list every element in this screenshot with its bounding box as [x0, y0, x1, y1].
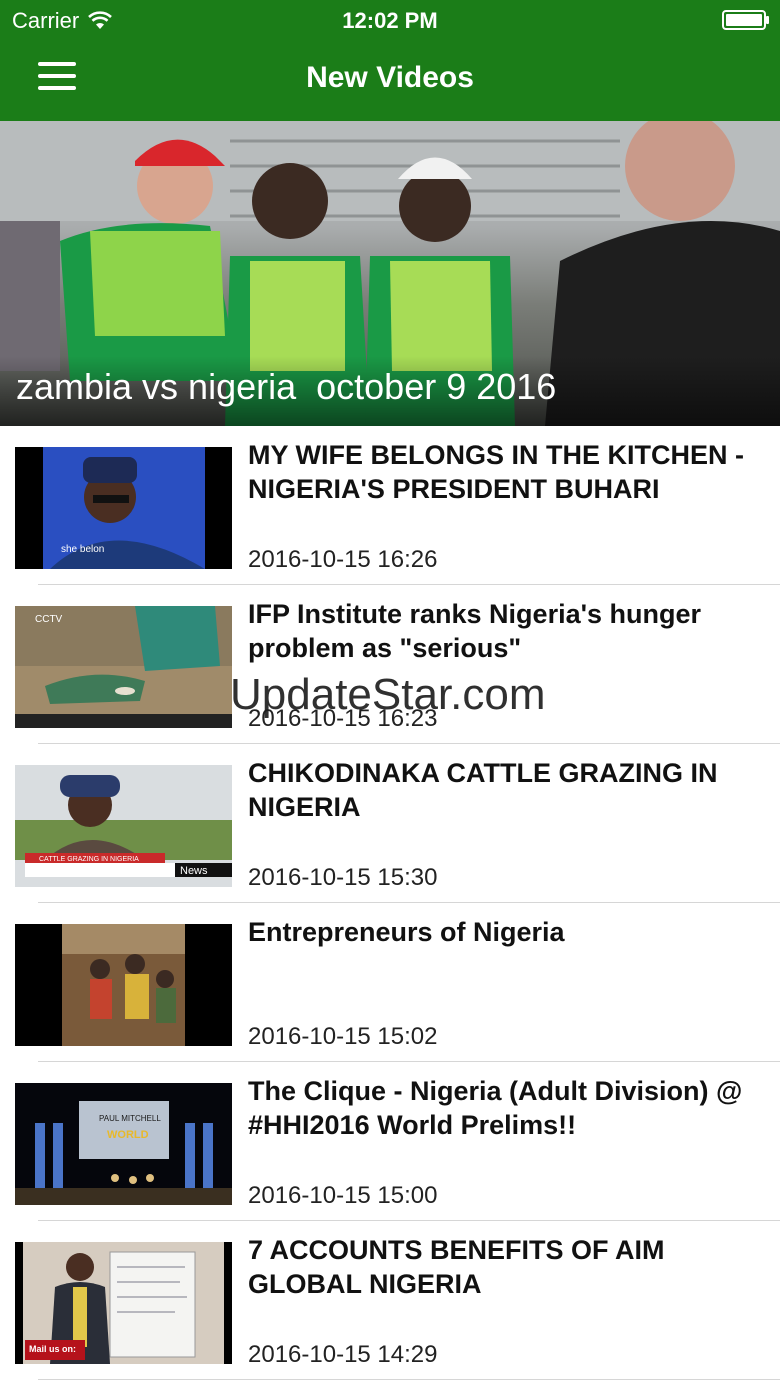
video-date: 2016-10-15 15:02	[248, 1023, 438, 1050]
video-list-item[interactable]: she belon MY WIFE BELONGS IN THE KITCHEN…	[0, 426, 780, 585]
video-title: 7 ACCOUNTS BENEFITS OF AIM GLOBAL NIGERI…	[248, 1235, 665, 1299]
video-list-item[interactable]: CATTLE GRAZING IN NIGERIA News CHIKODINA…	[0, 744, 780, 903]
video-thumbnail: PAUL MITCHELL WORLD	[15, 1083, 232, 1205]
video-thumbnail	[15, 924, 232, 1046]
thumbnail-caption: she belon	[61, 544, 104, 555]
video-title: Entrepreneurs of Nigeria	[248, 917, 565, 947]
video-date: 2016-10-15 15:30	[248, 864, 438, 891]
video-title: The Clique - Nigeria (Adult Division) @ …	[248, 1076, 743, 1140]
video-thumbnail: she belon	[15, 447, 232, 569]
video-list-item[interactable]: CCTV IFP Institute ranks Nigeria's hunge…	[0, 585, 780, 744]
video-date: 2016-10-15 15:00	[248, 1182, 438, 1209]
status-time: 12:02 PM	[342, 8, 438, 33]
svg-text:CCTV: CCTV	[35, 614, 63, 625]
video-date: 2016-10-15 16:23	[248, 705, 438, 732]
video-title: CHIKODINAKA CATTLE GRAZING IN NIGERIA	[248, 758, 718, 822]
svg-text:WORLD: WORLD	[107, 1129, 149, 1141]
video-thumbnail: CCTV	[15, 606, 232, 728]
thumbnail-badge: News	[180, 865, 208, 877]
battery-icon	[722, 10, 769, 30]
thumbnail-caption: Mail us on:	[29, 1344, 76, 1354]
video-date: 2016-10-15 14:29	[248, 1341, 438, 1368]
page-title: New Videos	[306, 61, 474, 94]
status-bar: Carrier 12:02 PM	[0, 0, 780, 40]
featured-video-title: zambia vs nigeria october 9 2016	[16, 366, 557, 407]
video-title: IFP Institute ranks Nigeria's hunger pro…	[248, 599, 702, 663]
featured-video[interactable]: zambia vs nigeria october 9 2016	[0, 121, 780, 426]
video-date: 2016-10-15 16:26	[248, 546, 438, 573]
svg-text:PAUL MITCHELL: PAUL MITCHELL	[99, 1114, 161, 1123]
video-title: MY WIFE BELONGS IN THE KITCHEN - NIGERIA…	[248, 440, 745, 504]
navigation-bar: New Videos	[0, 40, 780, 121]
video-list: she belon MY WIFE BELONGS IN THE KITCHEN…	[0, 426, 780, 1380]
video-list-item[interactable]: PAUL MITCHELL WORLD The Clique - Nigeria…	[0, 1062, 780, 1221]
video-list-item[interactable]: Entrepreneurs of Nigeria 2016-10-15 15:0…	[0, 903, 780, 1062]
video-thumbnail: Mail us on:	[15, 1242, 232, 1364]
video-thumbnail: CATTLE GRAZING IN NIGERIA News	[15, 765, 232, 887]
thumbnail-caption: CATTLE GRAZING IN NIGERIA	[39, 856, 139, 863]
video-list-item[interactable]: Mail us on: 7 ACCOUNTS BENEFITS OF AIM G…	[0, 1221, 780, 1380]
app-header: Carrier 12:02 PM New Videos	[0, 0, 780, 121]
